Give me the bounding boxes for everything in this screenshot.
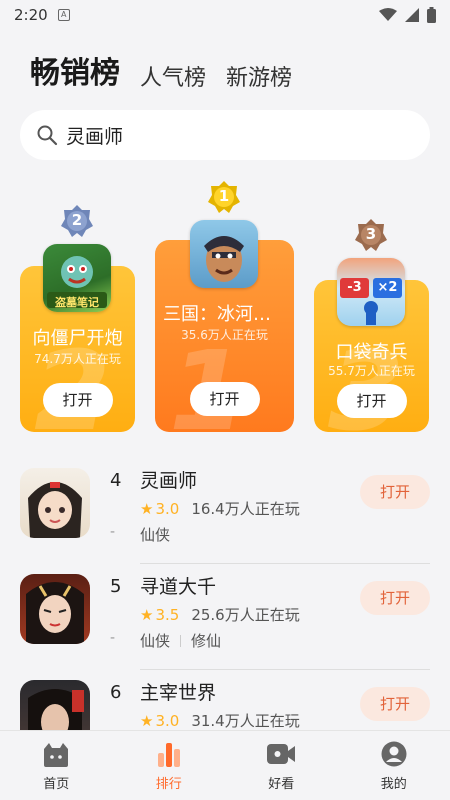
list-score: 3.0 xyxy=(155,711,180,730)
podium-third-app-icon[interactable]: -3 ×2 xyxy=(337,258,405,326)
list-tags: 仙侠 xyxy=(140,524,170,545)
list-meta: ★ 3.0 16.4万人正在玩 xyxy=(140,498,300,519)
nav-item-ranking[interactable]: 排行 xyxy=(113,731,226,800)
nav-label-home: 首页 xyxy=(43,777,70,792)
list-dash: - xyxy=(110,630,116,646)
list-players: 16.4万人正在玩 xyxy=(191,500,300,518)
podium-second-title: 向僵尸开炮 xyxy=(32,328,123,349)
list-item[interactable]: 4 灵画师 ★ 3.0 16.4万人正在玩 - 仙侠 打开 xyxy=(0,458,450,564)
status-bar: 2:20 A xyxy=(0,0,450,30)
wifi-icon xyxy=(379,8,397,21)
warrior-artwork xyxy=(204,236,244,282)
podium-second-players: 74.7万人正在玩 xyxy=(34,352,121,366)
nav-label-profile: 我的 xyxy=(380,777,407,792)
list-players: 25.6万人正在玩 xyxy=(191,606,300,624)
nav-label-ranking: 排行 xyxy=(155,777,182,792)
podium-second-icon-label: 盗墓笔记 xyxy=(55,296,99,309)
podium-third-players: 55.7万人正在玩 xyxy=(328,364,415,378)
list-app-name: 主宰世界 xyxy=(140,682,217,704)
list-meta: ★ 3.0 31.4万人正在玩 xyxy=(140,710,300,731)
bottom-nav: 首页 排行 好看 我的 xyxy=(0,730,450,800)
list-app-name: 灵画师 xyxy=(140,470,198,492)
list-open-button[interactable]: 打开 xyxy=(360,475,430,509)
list-score: 3.5 xyxy=(155,605,180,624)
list-rank: 6 xyxy=(110,682,122,703)
battery-icon xyxy=(427,7,436,23)
list-item-app-icon[interactable] xyxy=(20,574,90,644)
star-icon: ★ xyxy=(140,605,154,624)
tab-bestseller[interactable]: 畅销榜 xyxy=(30,48,120,92)
list-rank: 4 xyxy=(110,470,122,491)
profile-icon xyxy=(381,741,407,767)
search-icon xyxy=(37,125,58,146)
list-item-app-icon[interactable] xyxy=(20,680,90,730)
ranking-tabs: 畅销榜 人气榜 新游榜 xyxy=(30,48,292,92)
podium-second-open-button[interactable]: 打开 xyxy=(42,383,113,417)
lord-artwork xyxy=(28,689,84,730)
podium-third-title: 口袋奇兵 xyxy=(335,342,408,363)
notification-icon: A xyxy=(57,9,70,21)
search-bar[interactable] xyxy=(20,110,430,160)
list-open-button[interactable]: 打开 xyxy=(360,687,430,721)
podium-first-players: 35.6万人正在玩 xyxy=(181,328,268,342)
soldier-artwork xyxy=(364,301,378,325)
nav-item-profile[interactable]: 我的 xyxy=(338,731,450,800)
list-tag: 修仙 xyxy=(191,632,222,650)
status-time: 2:20 xyxy=(14,6,48,24)
list-app-name: 寻道大千 xyxy=(140,576,217,598)
signal-icon xyxy=(405,8,419,22)
ranking-icon xyxy=(157,743,180,767)
list-players: 31.4万人正在玩 xyxy=(191,712,300,730)
list-open-button[interactable]: 打开 xyxy=(360,581,430,615)
nav-label-watch: 好看 xyxy=(268,777,295,792)
list-item-app-icon[interactable] xyxy=(20,468,90,538)
painter-artwork xyxy=(28,482,82,538)
home-icon xyxy=(44,743,69,767)
list-tags: 仙侠 修仙 xyxy=(140,630,221,651)
podium-third-rank: 3 xyxy=(365,225,377,243)
podium-first-open-button[interactable]: 打开 xyxy=(189,382,260,416)
list-rank: 5 xyxy=(110,576,122,597)
list-item[interactable]: 5 寻道大千 ★ 3.5 25.6万人正在玩 - 仙侠 修仙 打开 xyxy=(0,564,450,670)
podium-second-app-icon[interactable]: 盗墓笔记 xyxy=(43,244,111,312)
tab-popular[interactable]: 人气榜 xyxy=(140,60,206,92)
podium-first-title: 三国：冰河时… xyxy=(163,304,289,325)
podium-first-rank: 1 xyxy=(218,187,230,205)
list-meta: ★ 3.5 25.6万人正在玩 xyxy=(140,604,300,625)
list-tag: 仙侠 xyxy=(140,526,171,544)
podium-second-rank: 2 xyxy=(71,211,83,229)
list-score: 3.0 xyxy=(155,499,180,518)
cultivator-artwork xyxy=(26,582,84,644)
search-input[interactable] xyxy=(66,124,386,146)
list-tag: 仙侠 xyxy=(140,632,171,650)
video-icon xyxy=(267,744,296,764)
nav-item-home[interactable]: 首页 xyxy=(0,731,113,800)
list-dash: - xyxy=(110,524,116,540)
podium-third-open-button[interactable]: 打开 xyxy=(336,384,407,418)
list-item[interactable]: 6 主宰世界 ★ 3.0 31.4万人正在玩 打开 xyxy=(0,670,450,730)
tag-separator xyxy=(180,634,182,647)
podium-first-app-icon[interactable] xyxy=(190,220,258,288)
star-icon: ★ xyxy=(140,711,154,730)
tab-new-games[interactable]: 新游榜 xyxy=(226,60,292,92)
nav-item-watch[interactable]: 好看 xyxy=(225,731,338,800)
star-icon: ★ xyxy=(140,499,154,518)
